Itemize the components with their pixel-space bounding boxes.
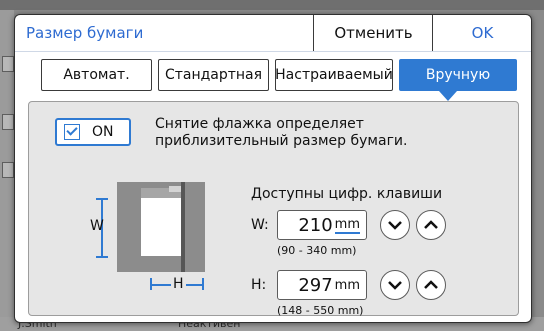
height-dimension-tick [150,278,152,290]
checkbox-checked-icon [64,124,80,140]
background-doc-icon [2,114,14,130]
height-input[interactable]: 297 mm [277,270,367,300]
paper-size-dialog: Размер бумаги Отменить OK Автомат. Станд… [14,14,532,323]
chevron-up-icon [424,280,438,289]
width-range: (90 - 340 mm) [277,244,357,257]
chevron-down-icon [388,221,402,230]
width-dimension-tick [96,198,108,200]
height-label: H: [251,277,267,293]
width-unit: mm [334,216,360,234]
height-unit: mm [334,277,360,293]
background-doc-icon [2,56,14,72]
tab-auto[interactable]: Автомат. [41,59,152,91]
width-decrease-button[interactable] [380,210,410,240]
on-toggle-label: ON [92,124,114,140]
toggle-description: Снятие флажка определяет приблизительный… [155,116,408,149]
manual-size-panel: ON Снятие флажка определяет приблизитель… [28,101,519,317]
background-doc-icon [2,162,14,178]
height-value: 297 [298,274,333,296]
tab-standard[interactable]: Стандартная [158,59,269,91]
cancel-button[interactable]: Отменить [313,15,433,51]
on-toggle-button[interactable]: ON [55,118,131,146]
height-dimension-tick [202,278,204,290]
tab-manual[interactable]: Вручную [399,59,517,91]
height-dimension-label: H [171,276,186,292]
paper-size-tabs: Автомат. Стандартная Настраиваемый Вручн… [41,59,523,91]
width-dimension-tick [96,256,108,258]
height-decrease-button[interactable] [380,270,410,300]
tray-bezel [181,182,185,272]
height-range: (148 - 550 mm) [277,304,364,317]
ok-button[interactable]: OK [432,15,531,51]
dialog-header: Размер бумаги Отменить OK [15,15,531,52]
tab-custom[interactable]: Настраиваемый [275,59,393,91]
width-dimension-label: W [90,218,104,234]
width-increase-button[interactable] [416,210,446,240]
chevron-up-icon [424,220,438,229]
active-tab-pointer [439,91,457,101]
width-input[interactable]: 210 mm [277,210,367,240]
chevron-down-icon [388,281,402,290]
width-value: 210 [298,214,333,236]
height-increase-button[interactable] [416,270,446,300]
paper-sheet [141,198,181,256]
width-label: W: [251,217,269,233]
numeric-keys-title: Доступны цифр. клавиши [251,186,443,202]
tray-slot [169,186,181,192]
dialog-title: Размер бумаги [26,24,144,42]
background-sidebar [0,10,14,331]
background-top-bar [0,0,544,10]
